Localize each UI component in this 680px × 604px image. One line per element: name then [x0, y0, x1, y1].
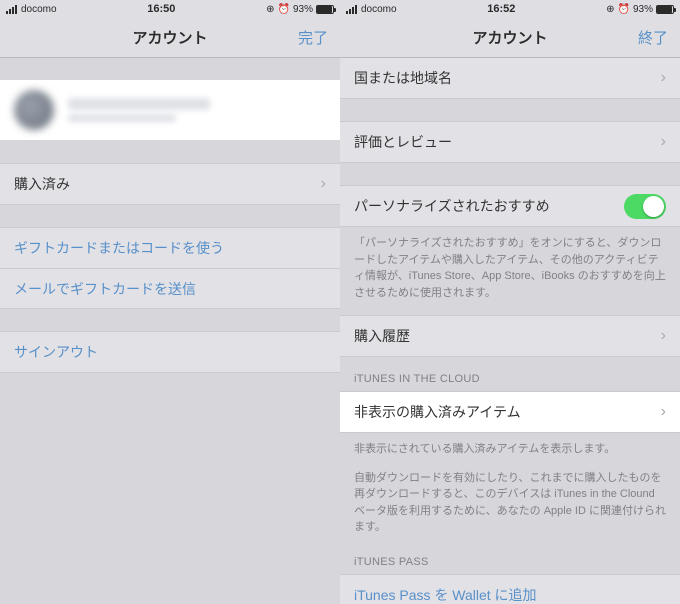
nav-bar: アカウント 完了 [0, 18, 340, 58]
avatar [14, 90, 54, 130]
purchased-row[interactable]: 購入済み › [0, 164, 340, 204]
chevron-right-icon: › [661, 69, 666, 87]
close-button[interactable]: 終了 [638, 27, 668, 48]
row-label: 非表示の購入済みアイテム [354, 402, 521, 422]
personalized-toggle[interactable] [624, 194, 666, 219]
content: 購入済み › ギフトカードまたはコードを使う メールでギフトカードを送信 サイン… [0, 58, 340, 604]
hidden-purchases-row[interactable]: 非表示の購入済みアイテム › [340, 392, 680, 432]
orientation-lock-icon: ⊕ [266, 4, 274, 15]
alarm-icon: ⏰ [278, 4, 290, 15]
clock: 16:52 [397, 3, 607, 15]
purchase-history-row[interactable]: 購入履歴 › [340, 316, 680, 356]
done-button[interactable]: 完了 [298, 27, 328, 48]
chevron-right-icon: › [661, 327, 666, 345]
hidden-footer: 非表示にされている購入済みアイテムを表示します。 [340, 433, 680, 462]
row-label: サインアウト [14, 342, 98, 362]
row-label: パーソナライズされたおすすめ [354, 196, 550, 216]
signout-row[interactable]: サインアウト [0, 332, 340, 372]
reviews-row[interactable]: 評価とレビュー › [340, 122, 680, 162]
alarm-icon: ⏰ [618, 4, 630, 15]
send-gift-row[interactable]: メールでギフトカードを送信 [0, 268, 340, 308]
chevron-right-icon: › [661, 133, 666, 151]
left-screenshot: docomo 16:50 ⊕ ⏰ 93% アカウント 完了 購入済み › [0, 0, 340, 604]
row-label: ギフトカードまたはコードを使う [14, 238, 224, 258]
page-title: アカウント [340, 27, 680, 48]
signal-icon [346, 5, 357, 14]
row-label: 購入履歴 [354, 326, 410, 346]
itunes-pass-row[interactable]: iTunes Pass を Wallet に追加 [340, 575, 680, 604]
carrier-label: docomo [361, 4, 397, 15]
battery-icon [656, 5, 674, 14]
battery-percent: 93% [293, 4, 313, 15]
itunes-pass-header: iTUNES PASS [340, 540, 680, 574]
account-name-redacted [68, 94, 326, 126]
status-bar: docomo 16:52 ⊕ ⏰ 93% [340, 0, 680, 18]
right-screenshot: docomo 16:52 ⊕ ⏰ 93% アカウント 終了 国または地域名 › … [340, 0, 680, 604]
row-label: iTunes Pass を Wallet に追加 [354, 585, 537, 604]
redeem-row[interactable]: ギフトカードまたはコードを使う [0, 228, 340, 268]
clock: 16:50 [57, 3, 267, 15]
account-row[interactable] [0, 80, 340, 140]
autodl-footer: 自動ダウンロードを有効にしたり、これまでに購入したものを再ダウンロードすると、こ… [340, 462, 680, 540]
row-label: 評価とレビュー [354, 132, 452, 152]
row-label: メールでギフトカードを送信 [14, 279, 196, 299]
content: 国または地域名 › 評価とレビュー › パーソナライズされたおすすめ 「パーソナ… [340, 58, 680, 604]
page-title: アカウント [0, 27, 340, 48]
personalized-row: パーソナライズされたおすすめ [340, 186, 680, 226]
row-label: 購入済み [14, 174, 70, 194]
battery-icon [316, 5, 334, 14]
country-row[interactable]: 国または地域名 › [340, 58, 680, 98]
personalized-footer: 「パーソナライズされたおすすめ」をオンにすると、ダウンロードしたアイテムや購入し… [340, 227, 680, 305]
orientation-lock-icon: ⊕ [606, 4, 614, 15]
chevron-right-icon: › [321, 175, 326, 193]
itunes-cloud-header: iTUNES IN THE CLOUD [340, 357, 680, 391]
status-bar: docomo 16:50 ⊕ ⏰ 93% [0, 0, 340, 18]
nav-bar: アカウント 終了 [340, 18, 680, 58]
signal-icon [6, 5, 17, 14]
chevron-right-icon: › [661, 403, 666, 421]
row-label: 国または地域名 [354, 68, 452, 88]
battery-percent: 93% [633, 4, 653, 15]
carrier-label: docomo [21, 4, 57, 15]
